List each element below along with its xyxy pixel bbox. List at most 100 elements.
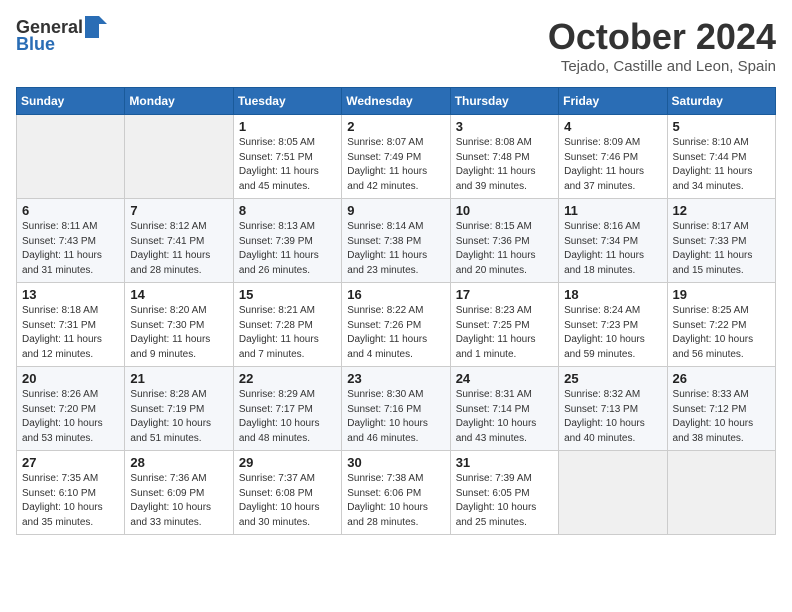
- calendar-cell: 31 Sunrise: 7:39 AM Sunset: 6:05 PM Dayli…: [450, 451, 558, 535]
- calendar-cell: 29 Sunrise: 7:37 AM Sunset: 6:08 PM Dayli…: [233, 451, 341, 535]
- calendar-cell: 12 Sunrise: 8:17 AM Sunset: 7:33 PM Dayli…: [667, 199, 775, 283]
- cell-info: Sunrise: 8:22 AM Sunset: 7:26 PM Dayligh…: [347, 305, 427, 360]
- calendar-cell: 20 Sunrise: 8:26 AM Sunset: 7:20 PM Dayli…: [17, 367, 125, 451]
- cell-info: Sunrise: 8:25 AM Sunset: 7:22 PM Dayligh…: [673, 305, 754, 360]
- week-row-3: 13 Sunrise: 8:18 AM Sunset: 7:31 PM Dayli…: [17, 283, 776, 367]
- day-number: 2: [347, 119, 444, 134]
- cell-info: Sunrise: 8:26 AM Sunset: 7:20 PM Dayligh…: [22, 389, 103, 444]
- cell-info: Sunrise: 8:17 AM Sunset: 7:33 PM Dayligh…: [673, 221, 753, 276]
- cell-info: Sunrise: 7:37 AM Sunset: 6:08 PM Dayligh…: [239, 473, 320, 528]
- day-number: 8: [239, 203, 336, 218]
- cell-info: Sunrise: 8:11 AM Sunset: 7:43 PM Dayligh…: [22, 221, 102, 276]
- cell-info: Sunrise: 8:20 AM Sunset: 7:30 PM Dayligh…: [130, 305, 210, 360]
- cell-info: Sunrise: 8:16 AM Sunset: 7:34 PM Dayligh…: [564, 221, 644, 276]
- day-header-friday: Friday: [559, 88, 667, 115]
- day-header-saturday: Saturday: [667, 88, 775, 115]
- cell-info: Sunrise: 8:33 AM Sunset: 7:12 PM Dayligh…: [673, 389, 754, 444]
- cell-info: Sunrise: 7:36 AM Sunset: 6:09 PM Dayligh…: [130, 473, 211, 528]
- calendar-cell: 16Sunrise: 8:22 AM Sunset: 7:26 PM Dayli…: [342, 283, 450, 367]
- cell-info: Sunrise: 8:21 AM Sunset: 7:28 PM Dayligh…: [239, 305, 319, 360]
- day-number: 24: [456, 371, 553, 386]
- week-row-2: 6 Sunrise: 8:11 AM Sunset: 7:43 PM Daylig…: [17, 199, 776, 283]
- logo-blue-text: Blue: [16, 34, 55, 55]
- day-number: 29: [239, 455, 336, 470]
- week-row-5: 27 Sunrise: 7:35 AM Sunset: 6:10 PM Dayli…: [17, 451, 776, 535]
- day-number: 9: [347, 203, 444, 218]
- calendar-cell: 18 Sunrise: 8:24 AM Sunset: 7:23 PM Dayli…: [559, 283, 667, 367]
- calendar-cell: 4Sunrise: 8:09 AM Sunset: 7:46 PM Daylig…: [559, 115, 667, 199]
- day-number: 20: [22, 371, 119, 386]
- calendar-cell: 19 Sunrise: 8:25 AM Sunset: 7:22 PM Dayli…: [667, 283, 775, 367]
- cell-info: Sunrise: 8:31 AM Sunset: 7:14 PM Dayligh…: [456, 389, 537, 444]
- cell-info: Sunrise: 8:15 AM Sunset: 7:36 PM Dayligh…: [456, 221, 536, 276]
- calendar-cell: [667, 451, 775, 535]
- cell-info: Sunrise: 8:23 AM Sunset: 7:25 PM Dayligh…: [456, 305, 536, 360]
- day-number: 18: [564, 287, 661, 302]
- calendar-cell: 10Sunrise: 8:15 AM Sunset: 7:36 PM Dayli…: [450, 199, 558, 283]
- cell-info: Sunrise: 8:30 AM Sunset: 7:16 PM Dayligh…: [347, 389, 428, 444]
- calendar-cell: 28 Sunrise: 7:36 AM Sunset: 6:09 PM Dayli…: [125, 451, 233, 535]
- calendar-cell: 15 Sunrise: 8:21 AM Sunset: 7:28 PM Dayli…: [233, 283, 341, 367]
- week-row-4: 20 Sunrise: 8:26 AM Sunset: 7:20 PM Dayli…: [17, 367, 776, 451]
- day-number: 21: [130, 371, 227, 386]
- day-number: 15: [239, 287, 336, 302]
- day-number: 28: [130, 455, 227, 470]
- cell-info: Sunrise: 7:35 AM Sunset: 6:10 PM Dayligh…: [22, 473, 103, 528]
- calendar-cell: [17, 115, 125, 199]
- day-number: 30: [347, 455, 444, 470]
- calendar-cell: 17 Sunrise: 8:23 AM Sunset: 7:25 PM Dayli…: [450, 283, 558, 367]
- cell-info: Sunrise: 8:07 AM Sunset: 7:49 PM Dayligh…: [347, 137, 427, 192]
- calendar-cell: [125, 115, 233, 199]
- calendar-cell: 6 Sunrise: 8:11 AM Sunset: 7:43 PM Daylig…: [17, 199, 125, 283]
- cell-info: Sunrise: 8:13 AM Sunset: 7:39 PM Dayligh…: [239, 221, 319, 276]
- calendar-cell: 27 Sunrise: 7:35 AM Sunset: 6:10 PM Dayli…: [17, 451, 125, 535]
- calendar-table: SundayMondayTuesdayWednesdayThursdayFrid…: [16, 87, 776, 535]
- cell-info: Sunrise: 7:39 AM Sunset: 6:05 PM Dayligh…: [456, 473, 537, 528]
- day-number: 13: [22, 287, 119, 302]
- calendar-cell: 2 Sunrise: 8:07 AM Sunset: 7:49 PM Daylig…: [342, 115, 450, 199]
- cell-info: Sunrise: 8:24 AM Sunset: 7:23 PM Dayligh…: [564, 305, 645, 360]
- calendar-cell: 22 Sunrise: 8:29 AM Sunset: 7:17 PM Dayli…: [233, 367, 341, 451]
- cell-info: Sunrise: 8:05 AM Sunset: 7:51 PM Dayligh…: [239, 137, 319, 192]
- day-number: 27: [22, 455, 119, 470]
- title-section: October 2024 Tejado, Castille and Leon, …: [548, 16, 776, 75]
- day-number: 3: [456, 119, 553, 134]
- location: Tejado, Castille and Leon, Spain: [548, 58, 776, 75]
- day-number: 5: [673, 119, 770, 134]
- day-number: 17: [456, 287, 553, 302]
- cell-info: Sunrise: 8:29 AM Sunset: 7:17 PM Dayligh…: [239, 389, 320, 444]
- calendar-cell: 9Sunrise: 8:14 AM Sunset: 7:38 PM Daylig…: [342, 199, 450, 283]
- cell-info: Sunrise: 8:12 AM Sunset: 7:41 PM Dayligh…: [130, 221, 210, 276]
- day-number: 6: [22, 203, 119, 218]
- month-title: October 2024: [548, 16, 776, 58]
- calendar-cell: 23 Sunrise: 8:30 AM Sunset: 7:16 PM Dayli…: [342, 367, 450, 451]
- day-number: 7: [130, 203, 227, 218]
- logo-icon: [85, 16, 107, 38]
- calendar-cell: 25Sunrise: 8:32 AM Sunset: 7:13 PM Dayli…: [559, 367, 667, 451]
- cell-info: Sunrise: 8:32 AM Sunset: 7:13 PM Dayligh…: [564, 389, 645, 444]
- calendar-header-row: SundayMondayTuesdayWednesdayThursdayFrid…: [17, 88, 776, 115]
- cell-info: Sunrise: 8:28 AM Sunset: 7:19 PM Dayligh…: [130, 389, 211, 444]
- day-number: 19: [673, 287, 770, 302]
- day-number: 22: [239, 371, 336, 386]
- calendar-cell: 26 Sunrise: 8:33 AM Sunset: 7:12 PM Dayli…: [667, 367, 775, 451]
- calendar-cell: 8 Sunrise: 8:13 AM Sunset: 7:39 PM Daylig…: [233, 199, 341, 283]
- day-number: 4: [564, 119, 661, 134]
- day-header-wednesday: Wednesday: [342, 88, 450, 115]
- calendar-cell: 21 Sunrise: 8:28 AM Sunset: 7:19 PM Dayli…: [125, 367, 233, 451]
- cell-info: Sunrise: 8:08 AM Sunset: 7:48 PM Dayligh…: [456, 137, 536, 192]
- day-number: 31: [456, 455, 553, 470]
- day-number: 23: [347, 371, 444, 386]
- calendar-body: 1 Sunrise: 8:05 AM Sunset: 7:51 PM Daylig…: [17, 115, 776, 535]
- day-number: 26: [673, 371, 770, 386]
- calendar-cell: 14 Sunrise: 8:20 AM Sunset: 7:30 PM Dayli…: [125, 283, 233, 367]
- calendar-cell: 24 Sunrise: 8:31 AM Sunset: 7:14 PM Dayli…: [450, 367, 558, 451]
- cell-info: Sunrise: 8:18 AM Sunset: 7:31 PM Dayligh…: [22, 305, 102, 360]
- day-number: 1: [239, 119, 336, 134]
- calendar-cell: [559, 451, 667, 535]
- day-number: 14: [130, 287, 227, 302]
- calendar-cell: 1 Sunrise: 8:05 AM Sunset: 7:51 PM Daylig…: [233, 115, 341, 199]
- day-number: 12: [673, 203, 770, 218]
- page-header: General Blue October 2024 Tejado, Castil…: [16, 16, 776, 75]
- day-header-monday: Monday: [125, 88, 233, 115]
